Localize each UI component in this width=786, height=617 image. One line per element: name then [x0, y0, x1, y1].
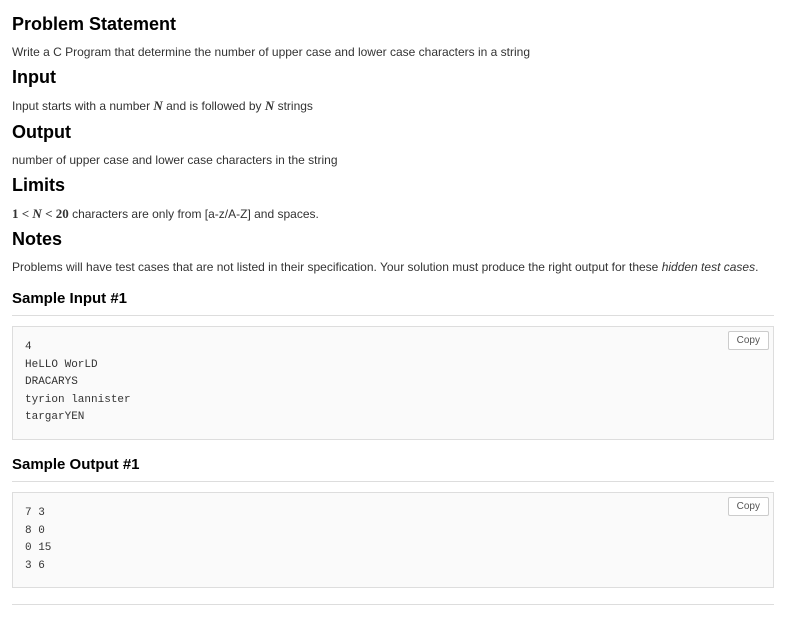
problem-statement-text: Write a C Program that determine the num… [12, 43, 774, 61]
input-heading: Input [12, 67, 774, 88]
divider [12, 604, 774, 605]
copy-button[interactable]: Copy [728, 331, 769, 350]
sample-input-content: 4 HeLLO WorLD DRACARYS tyrion lannister … [25, 339, 761, 427]
output-heading: Output [12, 122, 774, 143]
divider [12, 315, 774, 316]
limits-expr-suffix: < 20 [42, 206, 69, 221]
sample-output-block: Copy 7 3 8 0 0 15 3 6 [12, 492, 774, 588]
input-text: Input starts with a number N and is foll… [12, 96, 774, 116]
limits-text: 1 < N < 20 characters are only from [a-z… [12, 204, 774, 224]
copy-button[interactable]: Copy [728, 497, 769, 516]
sample-input-heading: Sample Input #1 [12, 290, 774, 307]
input-text-mid: and is followed by [163, 99, 265, 113]
notes-heading: Notes [12, 229, 774, 250]
notes-text: Problems will have test cases that are n… [12, 258, 774, 276]
notes-text-prefix: Problems will have test cases that are n… [12, 260, 662, 274]
limits-text-suffix: characters are only from [a-z/A-Z] and s… [69, 207, 319, 221]
input-var-n2: N [265, 98, 274, 113]
limits-expr-var: N [32, 206, 41, 221]
sample-input-block: Copy 4 HeLLO WorLD DRACARYS tyrion lanni… [12, 326, 774, 440]
input-text-prefix: Input starts with a number [12, 99, 153, 113]
input-text-suffix: strings [274, 99, 313, 113]
notes-text-suffix: . [755, 260, 758, 274]
limits-expr-prefix: 1 < [12, 206, 32, 221]
problem-statement-heading: Problem Statement [12, 14, 774, 35]
notes-text-italic: hidden test cases [662, 260, 755, 274]
sample-output-heading: Sample Output #1 [12, 456, 774, 473]
output-text: number of upper case and lower case char… [12, 151, 774, 169]
divider [12, 481, 774, 482]
input-var-n1: N [153, 98, 162, 113]
sample-output-content: 7 3 8 0 0 15 3 6 [25, 505, 761, 575]
limits-heading: Limits [12, 175, 774, 196]
